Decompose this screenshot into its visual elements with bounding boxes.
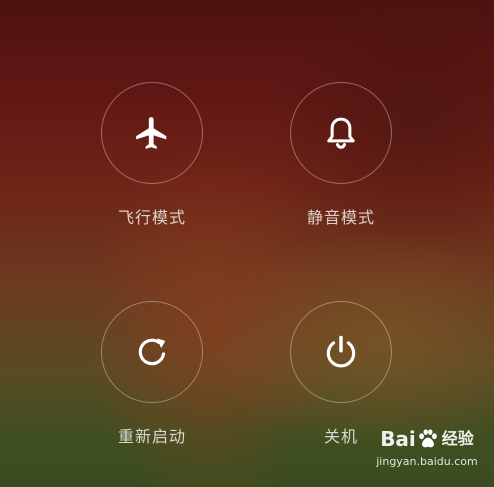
paw-icon — [418, 429, 437, 448]
airplane-icon — [136, 117, 167, 149]
logo-text-bai: Bai — [380, 427, 416, 451]
power-off-label: 关机 — [323, 427, 358, 446]
logo-text-jingyan: 经验 — [441, 429, 474, 448]
reboot-label: 重新启动 — [117, 427, 186, 446]
airplane-mode-circle[interactable] — [101, 82, 203, 184]
power-icon — [326, 335, 356, 368]
watermark-url: jingyan.baidu.com — [376, 455, 478, 468]
reboot-circle[interactable] — [101, 301, 203, 403]
silent-mode-circle[interactable] — [290, 82, 392, 184]
power-off-circle[interactable] — [290, 301, 392, 403]
reboot-button[interactable]: 重新启动 — [92, 301, 212, 451]
silent-mode-button[interactable]: 静音模式 — [281, 82, 401, 232]
baidu-logo: Bai 经验 — [372, 427, 482, 451]
silent-mode-label: 静音模式 — [306, 208, 375, 227]
bell-icon — [327, 117, 355, 149]
baidu-jingyan-watermark: Bai 经验 jingyan.baidu.com — [372, 427, 482, 479]
airplane-mode-label: 飞行模式 — [117, 208, 186, 227]
reboot-icon — [138, 338, 166, 366]
airplane-mode-button[interactable]: 飞行模式 — [92, 82, 212, 232]
